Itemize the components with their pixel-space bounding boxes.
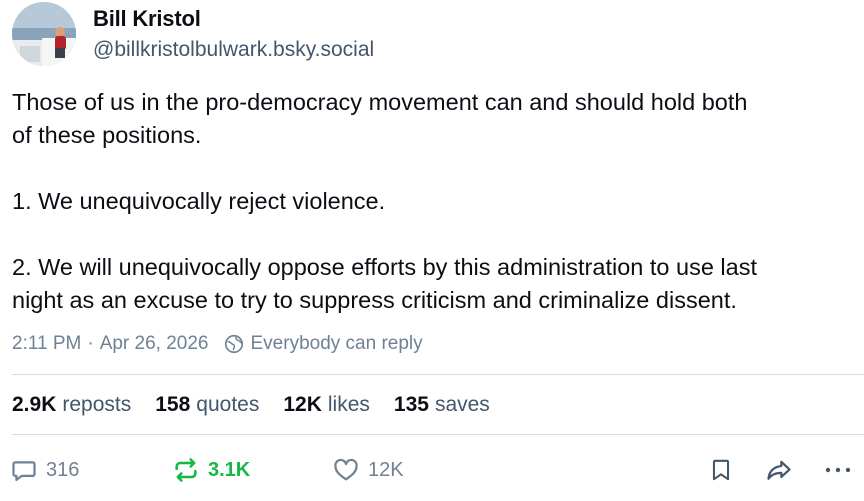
post-text-line: Those of us in the pro-democracy movemen… — [12, 89, 748, 115]
reply-count: 316 — [46, 458, 80, 481]
quotes-count: 158 — [155, 393, 191, 416]
reposts-count: 2.9K — [12, 393, 57, 416]
heart-icon — [334, 458, 358, 481]
divider — [12, 374, 864, 375]
post-text: Those of us in the pro-democracy movemen… — [12, 86, 864, 317]
repost-arrows-icon — [175, 458, 197, 482]
bookmark-button[interactable] — [708, 450, 734, 490]
saves-label: saves — [434, 393, 490, 416]
post-text-line: of these positions. — [12, 122, 202, 148]
post-date[interactable]: Apr 26, 2026 — [100, 333, 209, 355]
reposts-stat[interactable]: 2.9K reposts — [12, 393, 131, 417]
quotes-stat[interactable]: 158 quotes — [155, 393, 259, 417]
share-arrow-icon — [767, 460, 791, 480]
author-handle[interactable]: @billkristolbulwark.bsky.social — [93, 38, 374, 62]
avatar[interactable] — [12, 2, 76, 66]
more-options-button[interactable] — [822, 450, 854, 490]
post-card: Bill Kristol @billkristolbulwark.bsky.so… — [0, 0, 864, 501]
reply-setting[interactable]: Everybody can reply — [251, 333, 423, 355]
like-button[interactable]: 12K — [332, 450, 404, 490]
repost-count: 3.1K — [208, 458, 251, 481]
quotes-label: quotes — [196, 393, 260, 416]
saves-stat[interactable]: 135 saves — [394, 393, 490, 417]
post-time[interactable]: 2:11 PM — [12, 333, 81, 355]
reply-button[interactable]: 316 — [10, 450, 79, 490]
speech-bubble-icon — [12, 461, 36, 482]
meta-separator: · — [87, 333, 94, 354]
post-text-line: 2. We will unequivocally oppose efforts … — [12, 254, 757, 280]
likes-label: likes — [327, 393, 370, 416]
action-bar: 316 3.1K 12K — [0, 450, 864, 490]
post-meta: 2:11 PM · Apr 26, 2026 Everybody can rep… — [12, 331, 423, 357]
share-button[interactable] — [764, 450, 794, 490]
author-name[interactable]: Bill Kristol — [93, 6, 201, 32]
bookmark-icon — [712, 459, 730, 481]
post-stats: 2.9K reposts 158 quotes 12K likes 135 saves — [12, 391, 514, 419]
post-text-line: night as an excuse to try to suppress cr… — [12, 287, 737, 313]
ellipsis-icon — [825, 467, 851, 473]
reposts-label: reposts — [62, 393, 132, 416]
like-count: 12K — [368, 458, 404, 481]
post-text-line: 1. We unequivocally reject violence. — [12, 188, 386, 214]
likes-stat[interactable]: 12K likes — [283, 393, 370, 417]
likes-count: 12K — [283, 393, 322, 416]
divider — [12, 434, 864, 435]
avatar-image — [12, 2, 76, 66]
saves-count: 135 — [393, 393, 429, 416]
globe-icon — [224, 334, 243, 354]
repost-button[interactable]: 3.1K — [172, 450, 250, 490]
